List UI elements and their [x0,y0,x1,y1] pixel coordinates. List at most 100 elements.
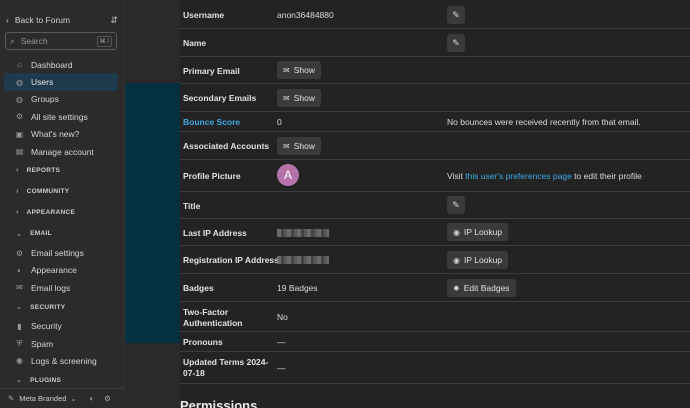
profile-note: Visit this user's preferences page to ed… [447,171,642,181]
sidebar-item-dashboard[interactable]: ⌂ Dashboard [4,56,118,73]
id-card-icon: ▤ [15,147,24,157]
terms-label-line: 07-18 [183,368,205,378]
sidebar-item-label: Security [31,321,62,332]
row-associated-accounts: Associated Accounts ✉ Show [180,132,690,160]
envelope-icon: ✉ [16,283,23,293]
bounce-score-value: 0 [277,117,282,127]
globe-icon: ◉ [453,255,460,265]
title-label: Title [183,201,201,211]
bounce-note: No bounces were received recently from t… [447,117,641,127]
back-to-forum-link[interactable]: ‹ Back to Forum ⇵ [6,13,118,27]
color-scheme-toggle-icon[interactable]: ◐ ⚙ [90,394,115,403]
row-badges: Badges 19 Badges ✹ Edit Badges [180,274,690,302]
edit-title-button[interactable]: ✎ [447,196,465,214]
sidebar-item-groups[interactable]: ◍ Groups [4,91,118,108]
pronouns-value: — [277,337,286,347]
button-label: Show [293,93,315,103]
sidebar-item-whats-new[interactable]: ▣ What's new? [4,126,118,143]
row-pronouns: Pronouns — [180,332,690,352]
sidebar-item-label: Users [31,77,54,88]
button-label: IP Lookup [463,255,503,265]
section-email[interactable]: ⌄ EMAIL [4,223,118,244]
badges-label: Badges [183,283,214,293]
sidebar-item-label: What's new? [31,129,80,140]
registration-ip-lookup-button[interactable]: ◉ IP Lookup [447,251,509,269]
row-name: Name ✎ [180,29,690,57]
sidebar-item-manage-account[interactable]: ▤ Manage account [4,143,118,160]
permissions-heading: Permissions [180,398,258,408]
section-security[interactable]: ⌄ SECURITY [4,297,118,318]
two-factor-label: Two-Factor Authentication [183,307,243,328]
show-secondary-emails-button[interactable]: ✉ Show [277,89,321,107]
badges-value: 19 Badges [277,283,318,293]
edit-name-button[interactable]: ✎ [447,34,465,52]
show-primary-email-button[interactable]: ✉ Show [277,61,321,79]
avatar[interactable]: A [277,164,299,186]
chevron-right-icon: › [16,167,19,175]
sidebar-item-all-site-settings[interactable]: ⚙ All site settings [4,108,118,125]
row-registration-ip: Registration IP Address ◉ IP Lookup [180,246,690,274]
sidebar-item-spam[interactable]: ⛨ Spam [4,335,118,352]
section-community[interactable]: › COMMUNITY [4,181,118,202]
edit-username-button[interactable]: ✎ [447,6,465,24]
chevron-down-icon: ⌄ [16,304,23,312]
sidebar-item-label: Dashboard [31,59,73,70]
envelope-icon: ✉ [283,141,290,151]
sidebar-item-label: Appearance [31,265,77,276]
last-ip-label: Last IP Address [183,228,247,238]
content-gutter-highlight [125,83,180,343]
redacted-ip [277,256,329,264]
section-label: EMAIL [30,230,52,238]
gear-icon: ⚙ [15,248,24,258]
last-ip-lookup-button[interactable]: ◉ IP Lookup [447,223,509,241]
user-details-table: Username anon36484880 ✎ Name ✎ Primary E… [180,0,690,408]
terms-label-line: Updated Terms 2024- [183,357,269,367]
row-last-ip: Last IP Address ◉ IP Lookup [180,219,690,246]
profile-suffix-text: to edit their profile [574,171,642,181]
sidebar-item-label: Spam [31,338,54,349]
chevron-down-icon: ⌄ [16,230,23,238]
row-updated-terms: Updated Terms 2024- 07-18 — [180,352,690,384]
sidebar-item-logs-screening[interactable]: ◉ Logs & screening [4,352,118,369]
shield-icon: ⛨ [16,338,23,348]
gear-icon: ⚙ [15,112,24,122]
envelope-icon: ✉ [283,93,290,103]
row-primary-email: Primary Email ✉ Show [180,57,690,84]
two-factor-label-line: Authentication [183,317,243,328]
sidebar-item-label: Manage account [31,146,94,157]
sidebar-item-users[interactable]: ◍ Users [4,73,118,91]
registration-ip-label: Registration IP Address [183,255,279,265]
search-input[interactable]: ⌕ Search ⌘ / [5,32,117,50]
section-label: PLUGINS [30,376,62,384]
sidebar-item-email-logs[interactable]: ✉ Email logs [4,279,118,296]
sidebar-item-label: Groups [31,94,59,105]
edit-badges-button[interactable]: ✹ Edit Badges [447,279,516,297]
row-title: Title ✎ [180,192,690,219]
sidebar-item-email-settings[interactable]: ⚙ Email settings [4,244,118,261]
profile-visit-text: Visit [447,171,463,181]
pencil-icon: ✎ [452,9,460,20]
search-placeholder: Search [20,36,48,46]
row-two-factor: Two-Factor Authentication No [180,302,690,332]
globe-icon: ◉ [453,227,460,237]
sidebar-item-email-appearance[interactable]: ◐ Appearance [4,262,118,279]
show-associated-accounts-button[interactable]: ✉ Show [277,137,321,155]
sidebar-item-security[interactable]: ▮ Security [4,318,118,335]
button-label: Show [293,141,315,151]
theme-selector[interactable]: ✎ Meta Branded ⌄ ◐ ⚙ [0,388,125,408]
profile-picture-label: Profile Picture [183,171,241,181]
theme-name: Meta Branded [19,394,67,403]
collapse-sidebar-icon[interactable]: ⇵ [110,15,118,26]
section-appearance[interactable]: › APPEARANCE [4,202,118,223]
username-label: Username [183,10,225,20]
certificate-icon: ✹ [453,283,460,293]
pencil-icon: ✎ [452,37,460,48]
primary-email-label: Primary Email [183,66,240,76]
section-label: SECURITY [30,303,66,311]
updated-terms-value: — [277,363,286,373]
preferences-page-link[interactable]: this user's preferences page [465,171,572,181]
row-bounce-score: Bounce Score 0 No bounces were received … [180,112,690,132]
bounce-score-link[interactable]: Bounce Score [183,117,240,127]
sidebar-item-label: All site settings [31,111,88,122]
section-reports[interactable]: › REPORTS [4,160,118,181]
